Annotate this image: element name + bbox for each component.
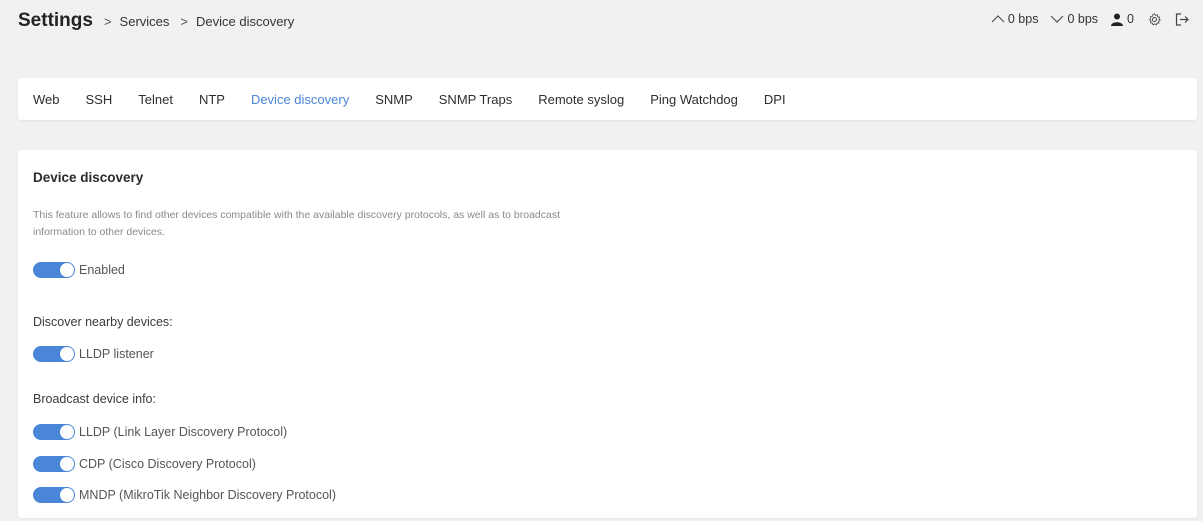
breadcrumb-item-services[interactable]: Services [120,14,170,29]
tab-bar: Web SSH Telnet NTP Device discovery SNMP… [18,78,1197,120]
tab-ssh[interactable]: SSH [86,92,113,107]
logout-button[interactable] [1175,12,1189,26]
top-bar: Settings > Services > Device discovery 0… [0,0,1203,40]
users-count: 0 [1110,12,1134,26]
section-title: Device discovery [33,170,144,185]
user-icon [1111,13,1124,26]
toggle-knob [60,263,74,277]
tab-dpi[interactable]: DPI [764,92,786,107]
upload-rate-value: 0 bps [1007,12,1039,26]
mndp-toggle-row[interactable]: MNDP (MikroTik Neighbor Discovery Protoc… [33,487,336,503]
section-description: This feature allows to find other device… [33,209,561,238]
chevron-up-icon [991,15,1005,23]
settings-button[interactable] [1148,12,1161,26]
chevron-down-icon [1051,15,1064,23]
tab-telnet[interactable]: Telnet [138,92,173,107]
mndp-toggle[interactable] [33,487,75,503]
broadcast-device-info-label: Broadcast device info: [33,392,156,406]
tab-snmp-traps[interactable]: SNMP Traps [439,92,512,107]
cdp-toggle[interactable] [33,456,75,472]
tab-snmp[interactable]: SNMP [375,92,413,107]
tab-web[interactable]: Web [33,92,60,107]
download-rate: 0 bps [1050,12,1098,26]
toggle-knob [60,488,74,502]
cdp-toggle-row[interactable]: CDP (Cisco Discovery Protocol) [33,456,256,472]
lldp-listener-toggle[interactable] [33,346,75,362]
lldp-listener-label: LLDP listener [79,347,154,361]
tab-remote-syslog[interactable]: Remote syslog [538,92,624,107]
tab-ping-watchdog[interactable]: Ping Watchdog [650,92,738,107]
tab-ntp[interactable]: NTP [199,92,225,107]
lldp-label: LLDP (Link Layer Discovery Protocol) [79,425,288,439]
download-rate-value: 0 bps [1067,12,1099,26]
chevron-right-icon: > [103,13,112,29]
users-count-value: 0 [1127,12,1134,26]
status-area: 0 bps 0 bps 0 [979,12,1189,26]
upload-rate: 0 bps [991,12,1039,26]
mndp-label: MNDP (MikroTik Neighbor Discovery Protoc… [79,488,337,502]
logout-icon [1175,12,1189,26]
tab-device-discovery[interactable]: Device discovery [251,92,349,107]
tabs-card: Web SSH Telnet NTP Device discovery SNMP… [18,78,1197,120]
lldp-toggle-row[interactable]: LLDP (Link Layer Discovery Protocol) [33,424,287,440]
breadcrumb: Settings > Services > Device discovery [18,10,294,32]
page-title[interactable]: Settings [18,10,93,32]
enabled-toggle-row[interactable]: Enabled [33,262,125,278]
toggle-knob [60,425,74,439]
discover-nearby-label: Discover nearby devices: [33,315,173,329]
lldp-listener-toggle-row[interactable]: LLDP listener [33,346,154,362]
chevron-right-icon: > [180,13,188,29]
cdp-label: CDP (Cisco Discovery Protocol) [79,457,256,471]
breadcrumb-item-device-discovery: Device discovery [196,13,295,29]
enabled-label: Enabled [79,263,125,277]
enabled-toggle[interactable] [33,262,75,278]
device-discovery-card: Device discovery This feature allows to … [18,150,1197,518]
lldp-toggle[interactable] [33,424,75,440]
toggle-knob [60,347,74,361]
gear-icon [1148,12,1161,25]
toggle-knob [60,457,74,471]
